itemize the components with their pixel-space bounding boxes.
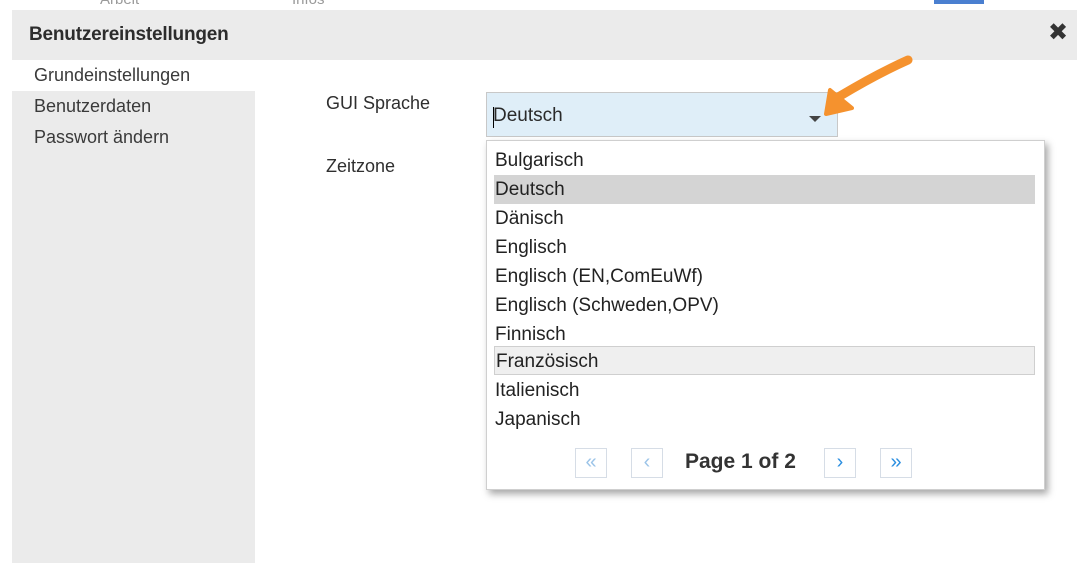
sidebar-item-benutzerdaten[interactable]: Benutzerdaten [12, 91, 255, 122]
list-item[interactable]: Finnisch [494, 320, 1035, 349]
settings-sidebar: Grundeinstellungen Benutzerdaten Passwor… [12, 60, 255, 563]
gui-language-label: GUI Sprache [326, 93, 431, 113]
background-label-right: Infos [292, 0, 325, 8]
timezone-label: Zeitzone [326, 156, 396, 176]
background-accent-bar [934, 0, 984, 4]
gui-language-select[interactable]: Deutsch [486, 92, 838, 137]
background-window-strip: Arbeit Infos [0, 0, 1077, 10]
last-page-button[interactable]: » [880, 448, 912, 478]
dialog-title: Benutzereinstellungen [29, 24, 229, 45]
list-item-selected[interactable]: Deutsch [494, 175, 1035, 204]
first-page-button[interactable]: « [575, 448, 607, 478]
page-indicator: Page 1 of 2 [685, 450, 796, 473]
annotation-arrow-icon [824, 55, 913, 116]
language-dropdown-list: Bulgarisch Deutsch Dänisch Englisch Engl… [486, 140, 1045, 490]
list-item[interactable]: Italienisch [494, 376, 1035, 405]
previous-page-button[interactable]: ‹ [631, 448, 663, 478]
background-label-left: Arbeit [100, 0, 139, 8]
sidebar-item-passwort-aendern[interactable]: Passwort ändern [12, 122, 255, 153]
list-item[interactable]: Englisch (EN,ComEuWf) [494, 262, 1035, 291]
sidebar-item-grundeinstellungen[interactable]: Grundeinstellungen [12, 60, 255, 91]
list-item[interactable]: Englisch (Schweden,OPV) [494, 291, 1035, 320]
text-cursor [493, 107, 494, 128]
list-item[interactable]: Englisch [494, 233, 1035, 262]
list-item-hovered[interactable]: Französisch [494, 346, 1035, 375]
list-item[interactable]: Dänisch [494, 204, 1035, 233]
list-item[interactable]: Bulgarisch [494, 146, 1035, 175]
next-page-button[interactable]: › [824, 448, 856, 478]
gui-language-input[interactable]: Deutsch [487, 93, 795, 136]
list-item[interactable]: Japanisch [494, 405, 1035, 434]
close-icon[interactable]: ✖ [1045, 20, 1071, 46]
